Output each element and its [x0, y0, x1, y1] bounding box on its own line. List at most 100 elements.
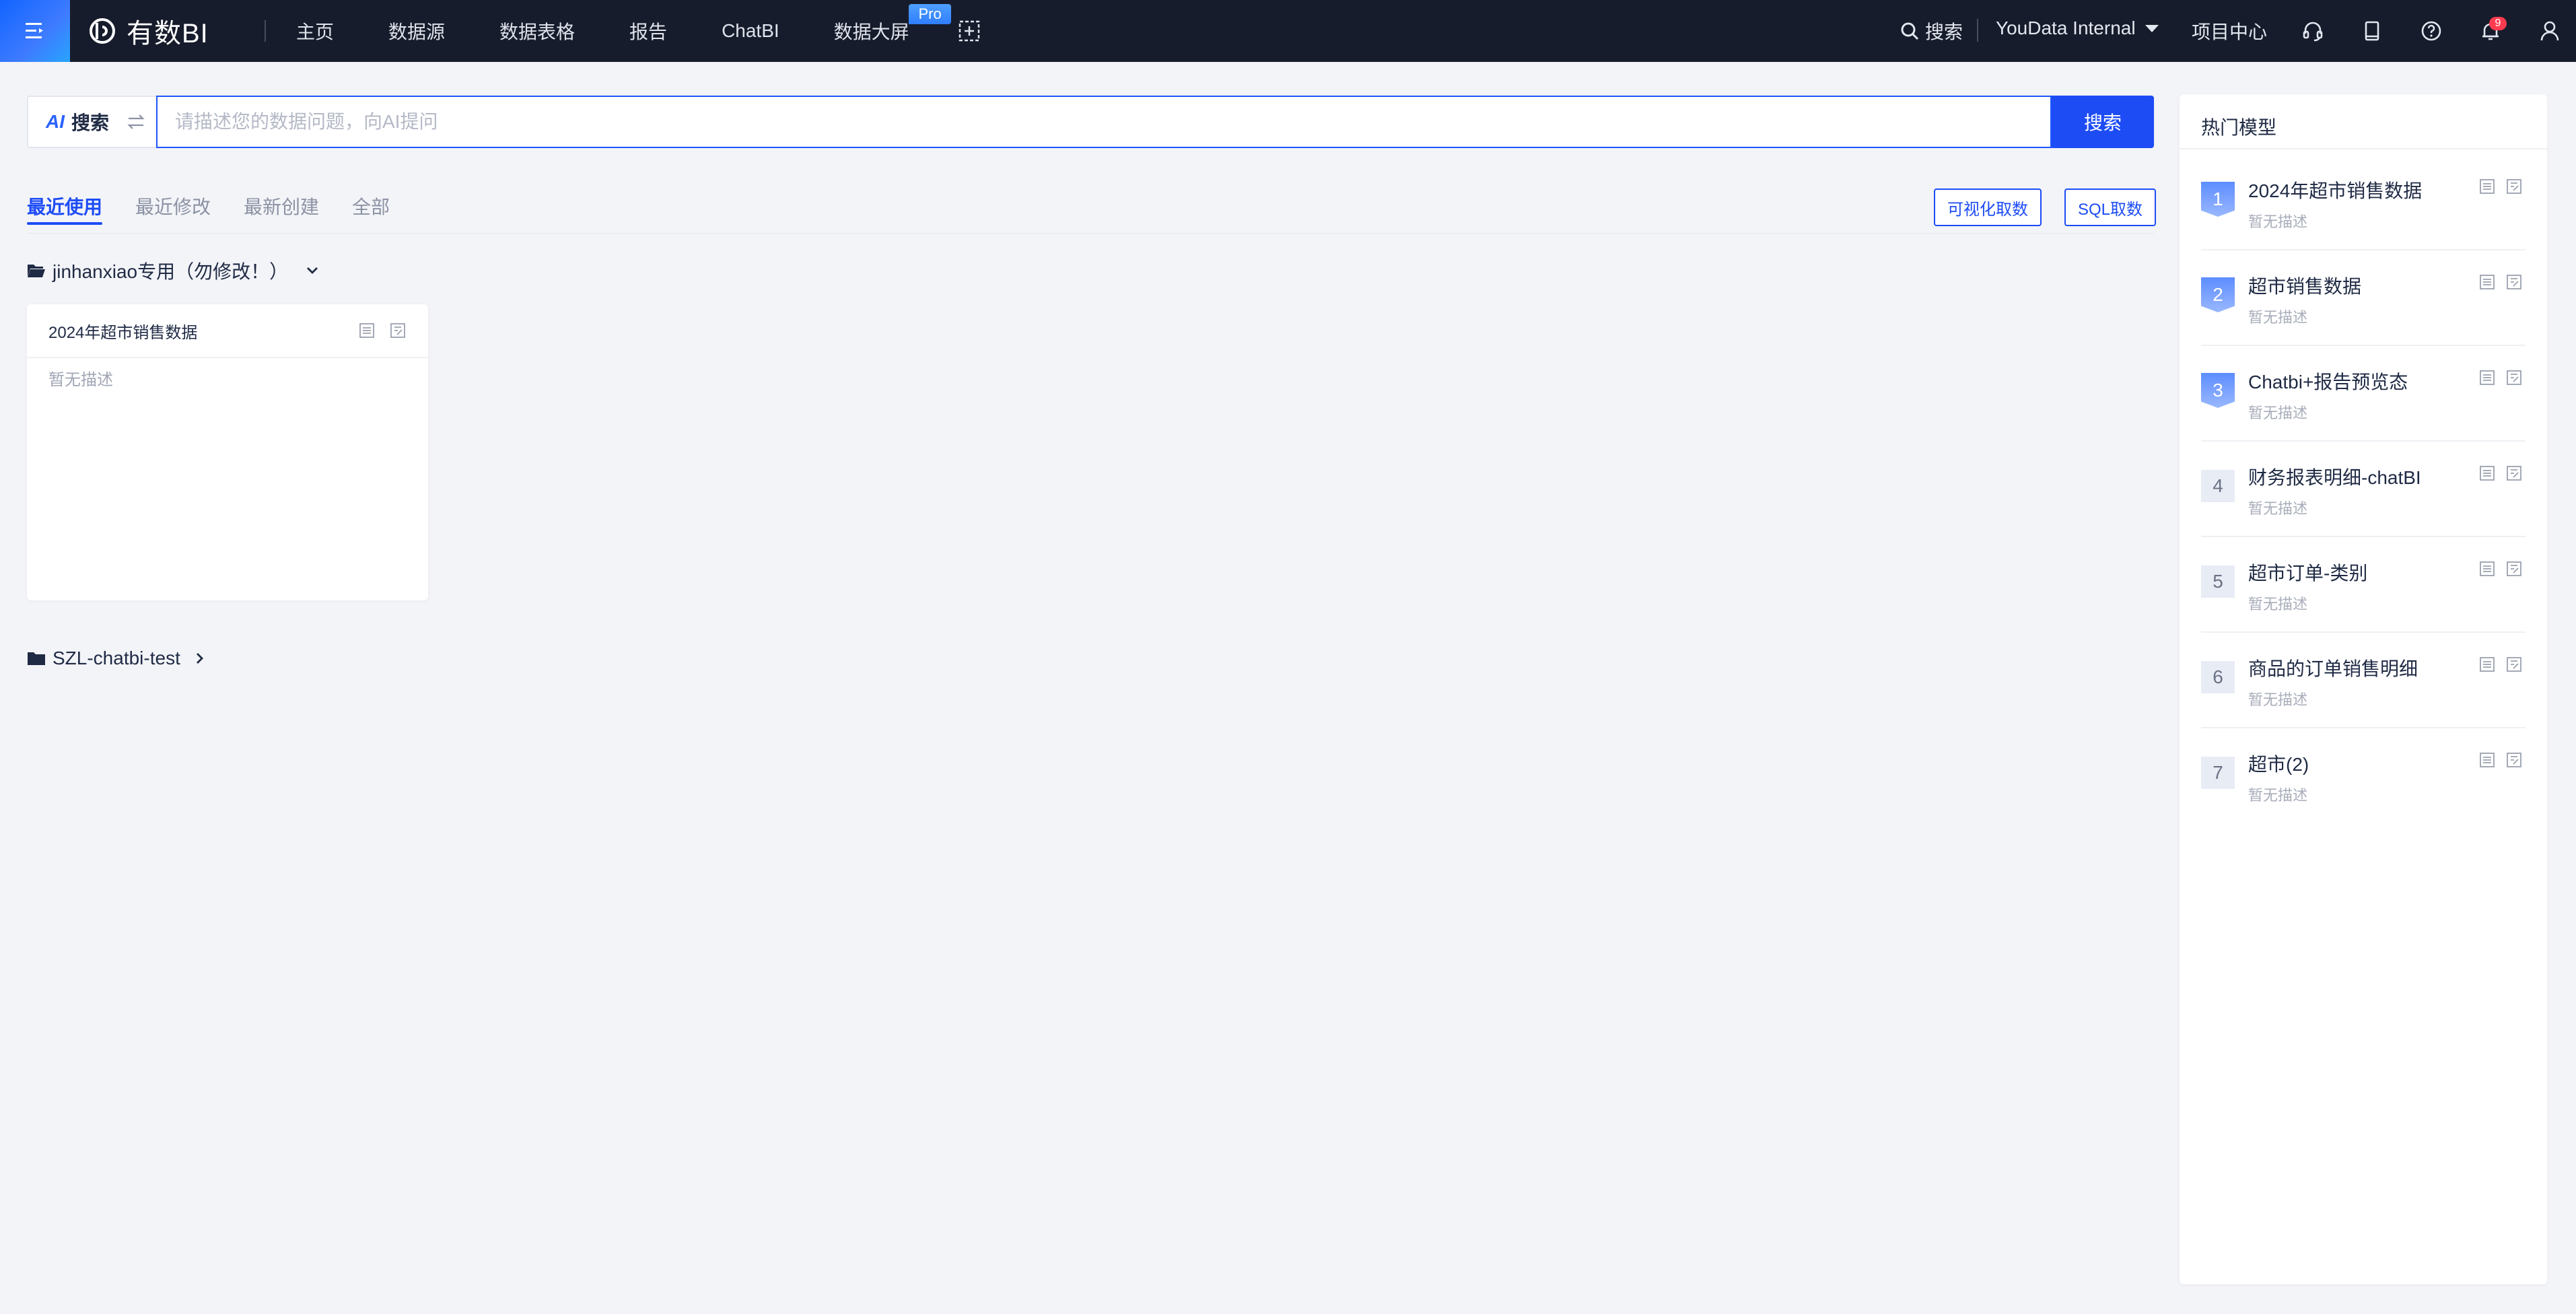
- swap-icon: [127, 114, 145, 129]
- model-description: 暂无描述: [2248, 405, 2308, 421]
- user-icon[interactable]: [2538, 19, 2562, 43]
- model-description: 暂无描述: [2248, 213, 2308, 230]
- ai-search-input[interactable]: [156, 96, 2052, 148]
- detail-icon[interactable]: [2478, 656, 2496, 673]
- tab-all[interactable]: 全部: [352, 193, 390, 233]
- edit-icon[interactable]: [2505, 178, 2523, 195]
- hot-model-item[interactable]: 7 超市(2) 暂无描述: [2201, 728, 2526, 824]
- menu-icon: [26, 23, 43, 38]
- tab-recently-used[interactable]: 最近使用: [27, 193, 103, 233]
- search-icon: [1901, 22, 1919, 40]
- edit-icon[interactable]: [2505, 369, 2523, 386]
- divider: [265, 20, 266, 42]
- nav-item-report[interactable]: 报告: [629, 18, 667, 44]
- model-name: 超市订单-类别: [2248, 563, 2368, 584]
- card-description: 暂无描述: [48, 371, 113, 389]
- model-name: 2024年超市销售数据: [2248, 180, 2423, 201]
- folder-name: SZL-chatbi-test: [53, 648, 180, 668]
- headset-icon[interactable]: [2301, 19, 2325, 43]
- pro-badge: Pro: [909, 4, 951, 24]
- rank-badge: 1: [2201, 182, 2235, 217]
- model-name: 财务报表明细-chatBI: [2248, 467, 2421, 488]
- sql-query-button[interactable]: SQL取数: [2064, 188, 2157, 226]
- detail-icon[interactable]: [358, 322, 376, 339]
- tenant-selector[interactable]: YouData Internal: [1996, 18, 2159, 39]
- folder-open-icon: [28, 265, 45, 277]
- edit-icon[interactable]: [2505, 751, 2523, 769]
- ai-search-mode-toggle[interactable]: AI 搜索: [27, 96, 156, 148]
- brand-logo[interactable]: 有数BI: [88, 13, 209, 48]
- edit-icon[interactable]: [2505, 656, 2523, 673]
- rank-badge: 7: [2201, 757, 2235, 789]
- chevron-down-icon: [2145, 24, 2159, 32]
- menu-toggle-button[interactable]: [0, 0, 70, 62]
- hot-model-item[interactable]: 1 2024年超市销售数据 暂无描述: [2201, 155, 2526, 250]
- edit-icon[interactable]: [2505, 560, 2523, 578]
- model-description: 暂无描述: [2248, 596, 2308, 613]
- notification-badge: 9: [2489, 17, 2507, 30]
- global-search-button[interactable]: 搜索: [1900, 18, 1963, 44]
- edit-icon[interactable]: [2505, 464, 2523, 482]
- edit-icon[interactable]: [389, 322, 407, 339]
- folder-name: jinhanxiao专用（勿修改！）: [53, 261, 289, 282]
- chevron-down-icon: [307, 267, 318, 274]
- hot-model-item[interactable]: 5 超市订单-类别 暂无描述: [2201, 537, 2526, 633]
- detail-icon[interactable]: [2478, 369, 2496, 386]
- brand-name: 有数BI: [127, 19, 209, 48]
- add-tab-icon[interactable]: [957, 19, 981, 43]
- folder-jinhanxiao[interactable]: jinhanxiao专用（勿修改！）: [27, 257, 320, 284]
- folder-szl-chatbi-test[interactable]: SZL-chatbi-test: [27, 648, 207, 669]
- detail-icon[interactable]: [2478, 464, 2496, 482]
- model-card[interactable]: 2024年超市销售数据 暂无描述: [27, 304, 428, 600]
- book-icon[interactable]: [2360, 19, 2384, 43]
- global-search-label: 搜索: [1925, 22, 1963, 42]
- nav-item-datatable[interactable]: 数据表格: [499, 18, 575, 44]
- panel-title: 热门模型: [2180, 94, 2547, 149]
- logo-icon: [90, 18, 115, 44]
- project-center-link[interactable]: 项目中心: [2192, 18, 2267, 44]
- detail-icon[interactable]: [2478, 751, 2496, 769]
- card-header: 2024年超市销售数据: [27, 304, 428, 358]
- model-description: 暂无描述: [2248, 691, 2308, 708]
- nav-item-chatbi[interactable]: ChatBI: [722, 20, 779, 42]
- model-name: 超市(2): [2248, 754, 2309, 775]
- rank-badge: 3: [2201, 373, 2235, 408]
- hot-model-item[interactable]: 2 超市销售数据 暂无描述: [2201, 250, 2526, 346]
- main-nav: 主页 数据源 数据表格 报告 ChatBI 数据大屏 Pro: [296, 0, 964, 62]
- divider: [1977, 19, 1978, 42]
- rank-badge: 2: [2201, 277, 2235, 312]
- hot-model-item[interactable]: 4 财务报表明细-chatBI 暂无描述: [2201, 442, 2526, 537]
- model-name: Chatbi+报告预览态: [2248, 372, 2408, 392]
- detail-icon[interactable]: [2478, 178, 2496, 195]
- recent-tabs: 最近使用 最近修改 最新创建 全部: [27, 193, 423, 233]
- chevron-right-icon: [196, 653, 203, 664]
- model-description: 暂无描述: [2248, 500, 2308, 517]
- search-button[interactable]: 搜索: [2052, 96, 2154, 148]
- nav-item-home[interactable]: 主页: [296, 18, 334, 44]
- rank-badge: 4: [2201, 470, 2235, 502]
- nav-item-dashboard-label: 数据大屏: [833, 22, 909, 42]
- detail-icon[interactable]: [2478, 560, 2496, 578]
- folder-icon: [28, 652, 45, 665]
- rank-badge: 5: [2201, 565, 2235, 598]
- visual-query-button[interactable]: 可视化取数: [1934, 188, 2042, 226]
- tab-recently-modified[interactable]: 最近修改: [135, 193, 211, 233]
- model-name: 商品的订单销售明细: [2248, 658, 2418, 679]
- tenant-name: YouData Internal: [1996, 18, 2136, 38]
- rank-badge: 6: [2201, 661, 2235, 693]
- model-description: 暂无描述: [2248, 787, 2308, 804]
- help-icon[interactable]: [2419, 19, 2443, 43]
- divider: [27, 233, 2154, 234]
- nav-item-datasource[interactable]: 数据源: [388, 18, 445, 44]
- hot-models-panel: 热门模型 1 2024年超市销售数据 暂无描述 2 超市销售数据 暂无描述 3 …: [2180, 94, 2547, 1284]
- hot-model-item[interactable]: 6 商品的订单销售明细 暂无描述: [2201, 633, 2526, 728]
- tab-newly-created[interactable]: 最新创建: [244, 193, 319, 233]
- ai-logo-icon: AI: [46, 111, 65, 132]
- edit-icon[interactable]: [2505, 273, 2523, 291]
- nav-item-dashboard[interactable]: 数据大屏 Pro: [833, 4, 951, 44]
- hot-model-item[interactable]: 3 Chatbi+报告预览态 暂无描述: [2201, 346, 2526, 442]
- model-description: 暂无描述: [2248, 309, 2308, 326]
- detail-icon[interactable]: [2478, 273, 2496, 291]
- card-title: 2024年超市销售数据: [48, 323, 198, 342]
- top-bar: 有数BI 主页 数据源 数据表格 报告 ChatBI 数据大屏 Pro 搜索 Y…: [0, 0, 2576, 62]
